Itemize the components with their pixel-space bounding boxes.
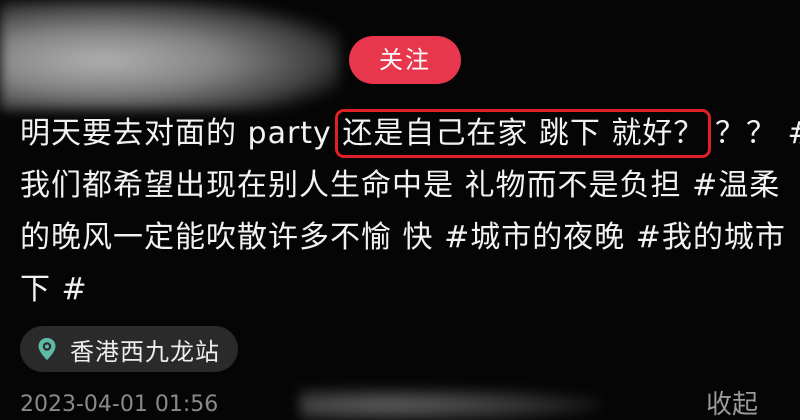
post-line-3: 的晚风一定能吹散许多不愉 快 #城市的夜晚 #我的城市 xyxy=(20,220,786,255)
highlighted-text: 还是自己在家 跳下 就好？ xyxy=(335,109,712,158)
post-line-2: 我们都希望出现在别人生命中是 礼物而不是负担 #温柔 xyxy=(20,168,781,203)
location-tag[interactable]: 香港西九龙站 xyxy=(20,326,238,372)
blurred-meta xyxy=(300,388,600,420)
post-line-4: 下 # xyxy=(20,272,88,307)
blurred-user-info xyxy=(0,0,340,110)
collapse-button[interactable]: 收起 xyxy=(706,384,758,420)
post-body: 明天要去对面的 party 还是自己在家 跳下 就好？ ？？ # 我们都希望出现… xyxy=(20,108,800,316)
location-label: 香港西九龙站 xyxy=(70,337,220,366)
follow-button[interactable]: 关注 xyxy=(349,36,461,84)
post-detail-screen: 关注 明天要去对面的 party 还是自己在家 跳下 就好？ ？？ # 我们都希… xyxy=(0,0,800,420)
post-timestamp: 2023-04-01 01:56 xyxy=(20,392,219,417)
location-pin-icon xyxy=(34,336,60,362)
post-text-segment: 明天要去对面的 party xyxy=(20,116,343,151)
post-line-1: 明天要去对面的 party 还是自己在家 跳下 就好？ ？？ # xyxy=(20,108,800,160)
post-text-segment: ？？ # xyxy=(714,116,800,151)
